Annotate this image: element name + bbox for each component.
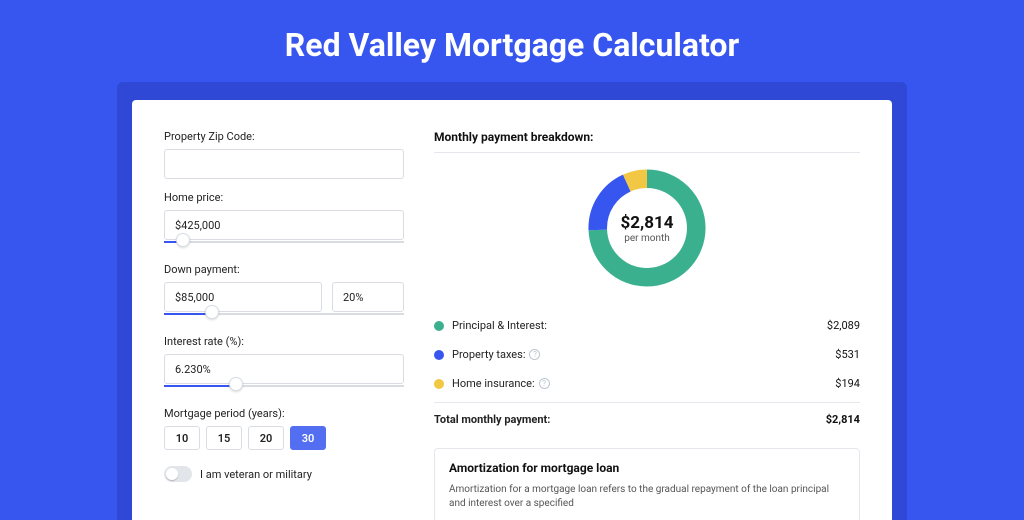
down-payment-slider[interactable] [164,311,404,323]
down-payment-pct-input[interactable] [332,282,404,312]
legend-row: Home insurance:?$194 [434,369,860,398]
legend-value: $2,089 [827,319,860,332]
page-title: Red Valley Mortgage Calculator [0,0,1024,82]
legend-label: Principal & Interest: [452,319,827,332]
legend-label-text: Home insurance: [452,377,535,390]
legend-dot [434,379,444,389]
donut-value: $2,814 [621,213,674,233]
donut-center: $2,814 per month [582,163,712,293]
home-price-row: Home price: [164,191,404,251]
form-panel: Property Zip Code: Home price: Down paym… [164,130,404,520]
donut-chart: $2,814 per month [582,163,712,293]
veteran-toggle[interactable] [164,466,192,482]
home-price-label: Home price: [164,191,404,204]
zip-input[interactable] [164,149,404,179]
veteran-row: I am veteran or military [164,466,404,482]
slider-thumb[interactable] [229,377,243,391]
content-band: Property Zip Code: Home price: Down paym… [117,82,907,520]
amortization-card: Amortization for mortgage loan Amortizat… [434,448,860,520]
breakdown-heading: Monthly payment breakdown: [434,130,860,153]
interest-input[interactable] [164,354,404,384]
period-option-30[interactable]: 30 [290,426,326,450]
legend-dot [434,350,444,360]
total-row: Total monthly payment: $2,814 [434,402,860,434]
donut-wrap: $2,814 per month [434,163,860,293]
total-label: Total monthly payment: [434,413,826,426]
legend-row: Property taxes:?$531 [434,340,860,369]
breakdown-panel: Monthly payment breakdown: $2,814 per mo… [434,130,860,520]
home-price-slider[interactable] [164,239,404,251]
amortization-text: Amortization for a mortgage loan refers … [449,483,845,511]
interest-row: Interest rate (%): [164,335,404,395]
info-icon[interactable]: ? [529,349,540,360]
slider-thumb[interactable] [205,305,219,319]
amortization-heading: Amortization for mortgage loan [449,461,845,475]
donut-sub: per month [624,233,670,244]
legend-value: $194 [835,377,860,390]
down-payment-row: Down payment: [164,263,404,323]
period-label: Mortgage period (years): [164,407,404,420]
toggle-knob [166,468,178,480]
down-payment-input[interactable] [164,282,322,312]
interest-slider[interactable] [164,383,404,395]
down-payment-label: Down payment: [164,263,404,276]
legend-row: Principal & Interest: $2,089 [434,311,860,340]
slider-thumb[interactable] [176,233,190,247]
calculator-card: Property Zip Code: Home price: Down paym… [132,100,892,520]
legend-value: $531 [835,348,860,361]
interest-label: Interest rate (%): [164,335,404,348]
period-option-20[interactable]: 20 [248,426,284,450]
zip-label: Property Zip Code: [164,130,404,143]
veteran-label: I am veteran or military [200,468,312,481]
legend: Principal & Interest: $2,089 Property taxe… [434,311,860,398]
period-row: Mortgage period (years): 10152030 [164,407,404,450]
legend-label-text: Property taxes: [452,348,525,361]
legend-label: Property taxes:? [452,348,835,361]
legend-label-text: Principal & Interest: [452,319,547,332]
legend-dot [434,321,444,331]
info-icon[interactable]: ? [539,378,550,389]
period-option-10[interactable]: 10 [164,426,200,450]
home-price-input[interactable] [164,210,404,240]
page-root: Red Valley Mortgage Calculator Property … [0,0,1024,512]
total-value: $2,814 [826,413,860,426]
legend-label: Home insurance:? [452,377,835,390]
zip-row: Property Zip Code: [164,130,404,179]
period-option-15[interactable]: 15 [206,426,242,450]
